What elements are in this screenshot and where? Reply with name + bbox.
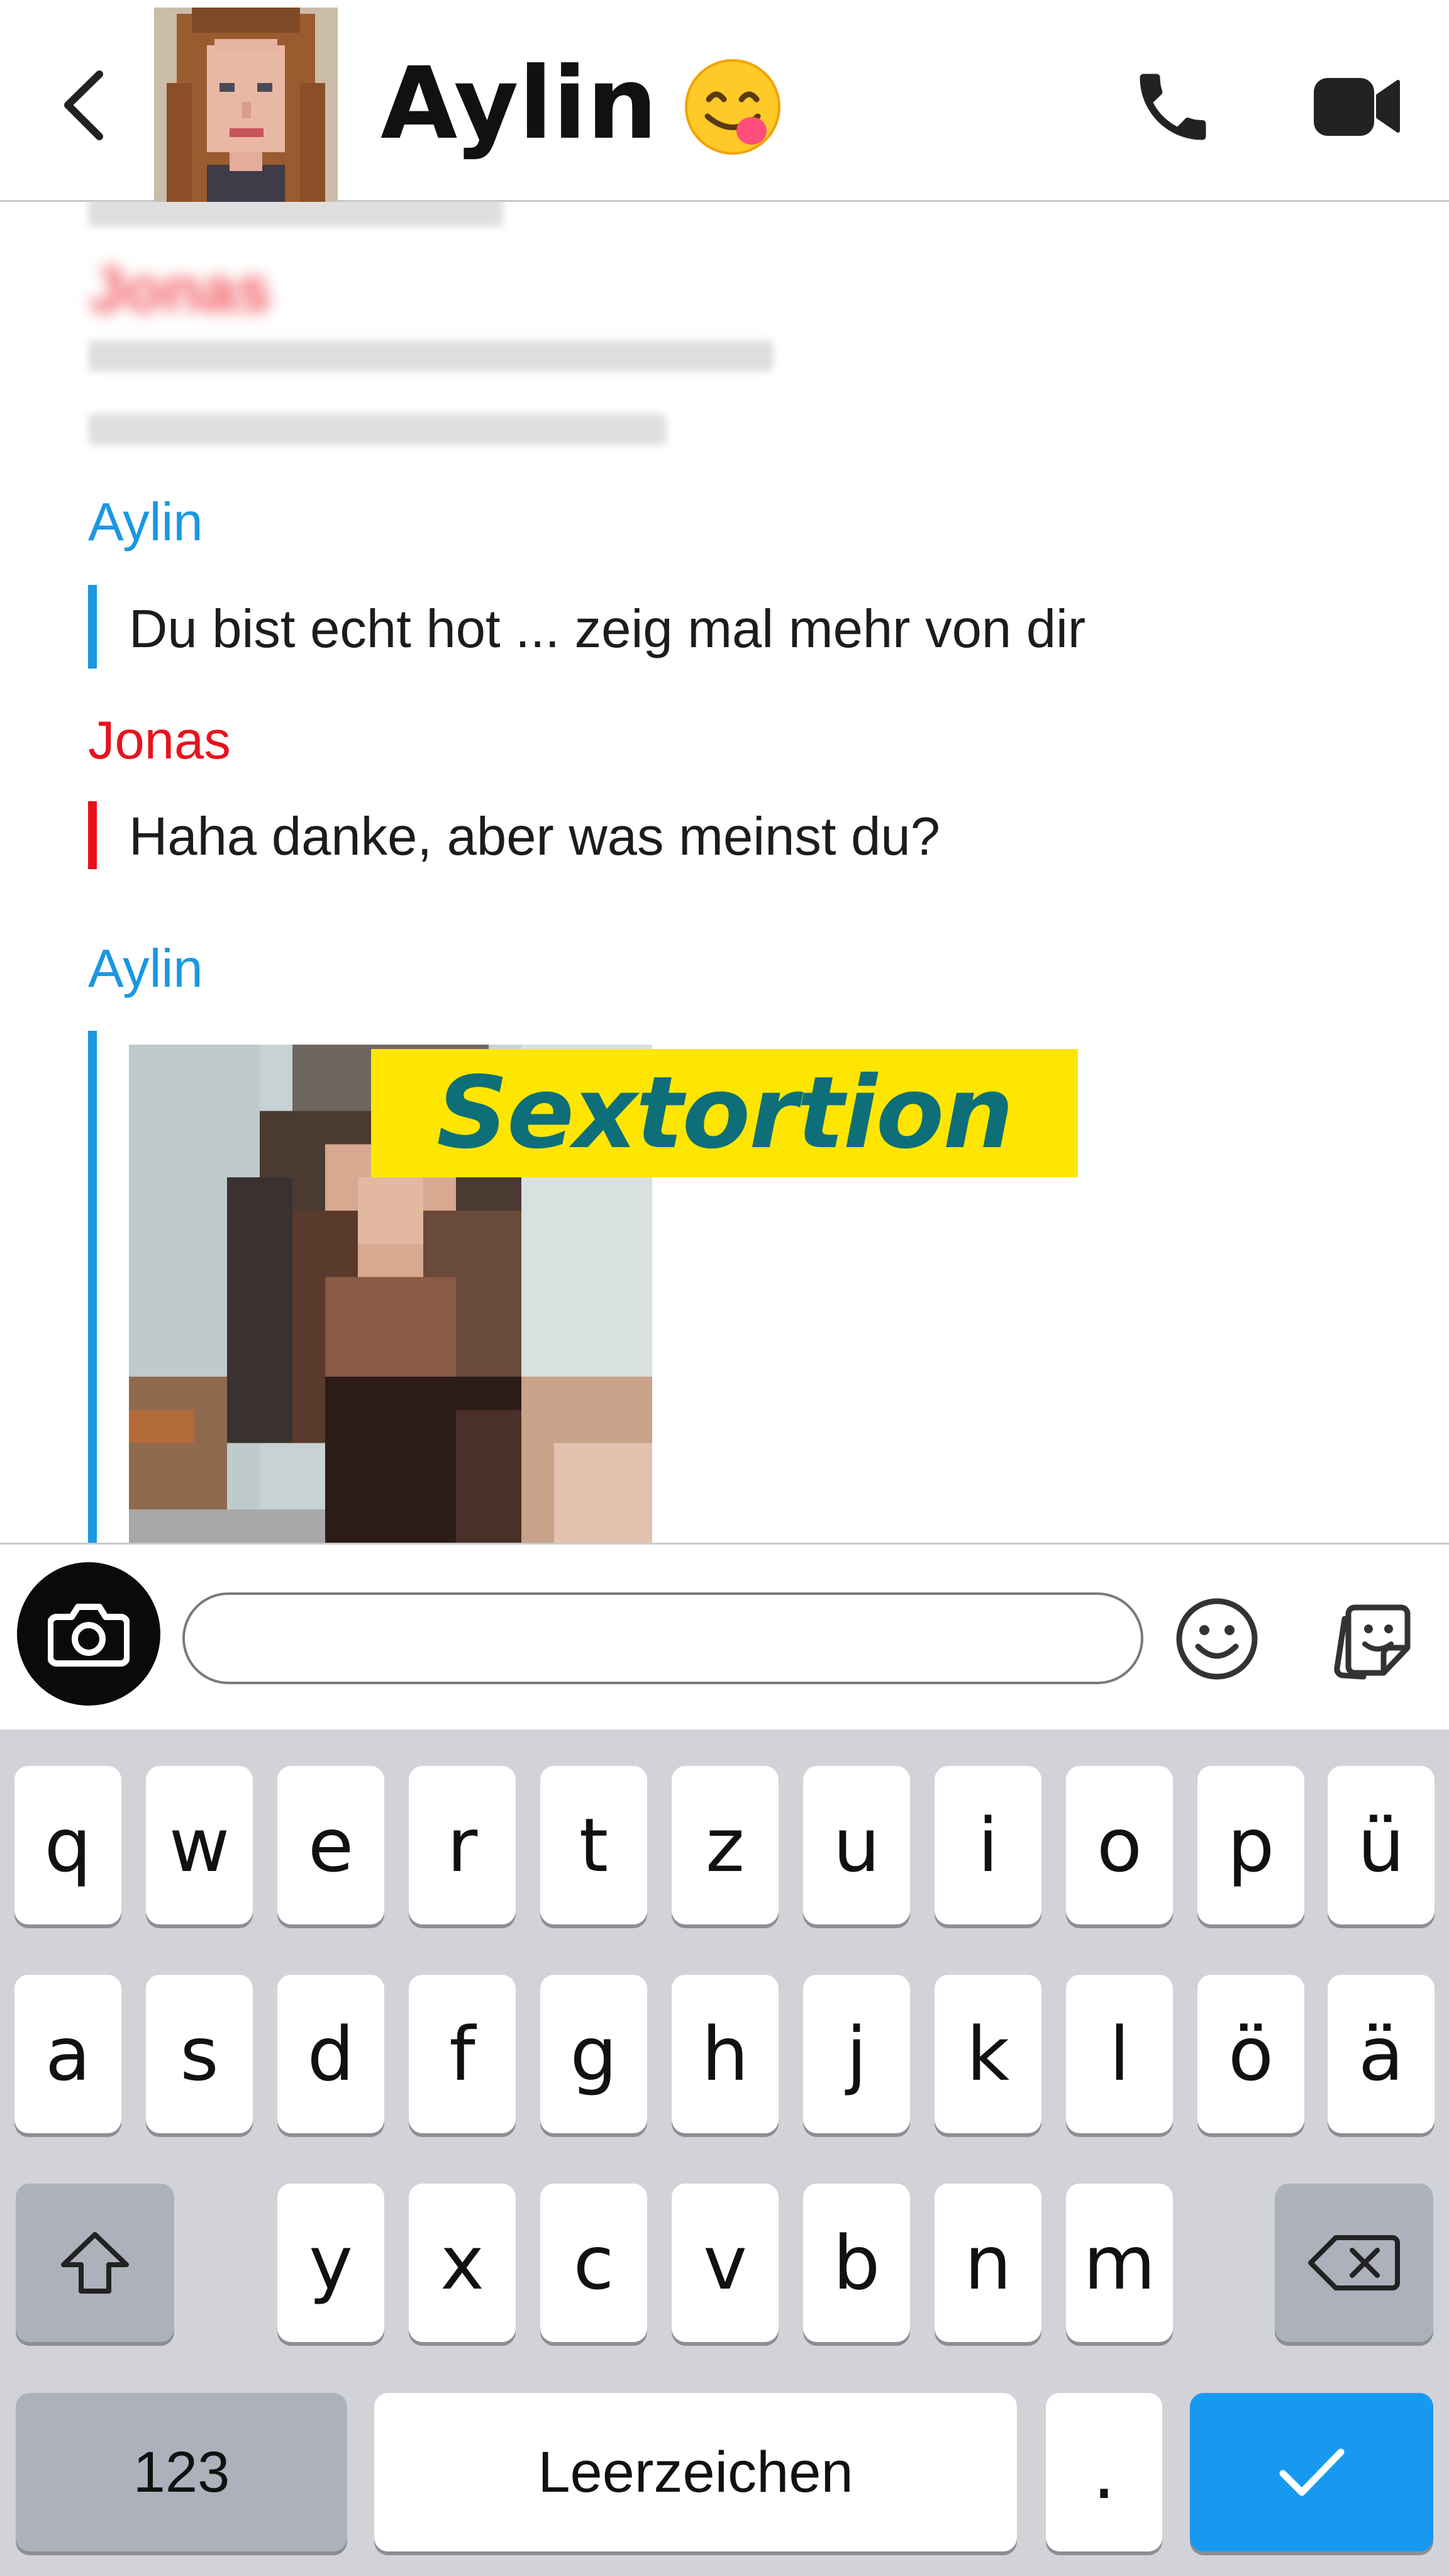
key[interactable]: w	[146, 1766, 253, 1924]
avatar[interactable]	[154, 8, 338, 202]
chat-header: Aylin	[0, 0, 1449, 202]
key[interactable]: t	[540, 1766, 647, 1924]
key[interactable]: b	[803, 2184, 910, 2342]
smiling-tongue-emoji-icon	[682, 57, 783, 157]
message-input-bar	[0, 1543, 1449, 1729]
key[interactable]: f	[409, 1975, 516, 2133]
message-sender: Jonas	[88, 711, 231, 770]
chat-area[interactable]: Jonas Aylin Du bist echt hot ... zeig ma…	[0, 202, 1449, 1543]
key[interactable]: x	[409, 2184, 516, 2342]
back-button[interactable]	[57, 63, 113, 148]
message-sender: Aylin	[88, 492, 203, 552]
blurred-message-line	[88, 414, 667, 445]
key[interactable]: c	[540, 2184, 647, 2342]
chevron-left-icon	[64, 70, 103, 140]
key[interactable]: ö	[1197, 1975, 1304, 2133]
message-quote-bar	[88, 801, 97, 869]
blurred-message-line	[88, 202, 503, 227]
key[interactable]: ä	[1328, 1975, 1435, 2133]
keyboard: q w e r t z u i o p ü a s d f g h j k l …	[0, 1729, 1449, 2576]
message-quote-bar	[88, 1031, 97, 1543]
numbers-key[interactable]: 123	[16, 2393, 347, 2551]
message-input[interactable]	[182, 1592, 1143, 1684]
shift-arrow-icon	[61, 2232, 129, 2294]
backspace-icon	[1308, 2235, 1400, 2290]
checkmark-icon	[1279, 2448, 1344, 2496]
confirm-key[interactable]	[1190, 2393, 1433, 2551]
key[interactable]: z	[672, 1766, 779, 1924]
blurred-message-line	[88, 340, 774, 372]
key[interactable]: p	[1197, 1766, 1304, 1924]
phone-icon	[1140, 74, 1206, 140]
key[interactable]: r	[409, 1766, 516, 1924]
key[interactable]: o	[1066, 1766, 1173, 1924]
camera-icon	[48, 1604, 130, 1667]
key[interactable]: h	[672, 1975, 779, 2133]
shift-key[interactable]	[16, 2184, 174, 2342]
key[interactable]: d	[277, 1975, 384, 2133]
smiley-icon	[1176, 1598, 1258, 1680]
key[interactable]: a	[14, 1975, 121, 2133]
key[interactable]: v	[672, 2184, 779, 2342]
message-sender: Aylin	[88, 939, 203, 999]
key[interactable]: i	[935, 1766, 1041, 1924]
blurred-sender-name: Jonas	[89, 255, 272, 325]
sticker-button[interactable]	[1326, 1594, 1417, 1685]
contact-name[interactable]: Aylin	[380, 44, 657, 164]
key[interactable]: j	[803, 1975, 910, 2133]
key[interactable]: l	[1066, 1975, 1173, 2133]
key[interactable]: n	[935, 2184, 1041, 2342]
sextortion-label-text: Sextortion	[436, 1055, 1014, 1171]
message-text: Du bist echt hot ... zeig mal mehr von d…	[129, 599, 1086, 659]
key[interactable]: y	[277, 2184, 384, 2342]
key[interactable]: s	[146, 1975, 253, 2133]
backspace-key[interactable]	[1275, 2184, 1433, 2342]
period-key[interactable]: .	[1046, 2393, 1162, 2551]
emoji-button[interactable]	[1173, 1595, 1261, 1683]
video-call-button[interactable]	[1311, 70, 1401, 143]
key[interactable]: u	[803, 1766, 910, 1924]
video-camera-icon	[1314, 78, 1400, 136]
key[interactable]: e	[277, 1766, 384, 1924]
space-key[interactable]: Leerzeichen	[374, 2393, 1017, 2551]
camera-button[interactable]	[17, 1562, 160, 1706]
sextortion-label: Sextortion	[371, 1049, 1078, 1177]
key[interactable]: q	[14, 1766, 121, 1924]
key[interactable]: g	[540, 1975, 647, 2133]
sticker-icon	[1334, 1604, 1411, 1680]
key[interactable]: k	[935, 1975, 1041, 2133]
key[interactable]: ü	[1328, 1766, 1435, 1924]
call-button[interactable]	[1129, 63, 1217, 151]
key[interactable]: m	[1066, 2184, 1173, 2342]
message-quote-bar	[88, 585, 97, 669]
message-text: Haha danke, aber was meinst du?	[129, 807, 940, 867]
